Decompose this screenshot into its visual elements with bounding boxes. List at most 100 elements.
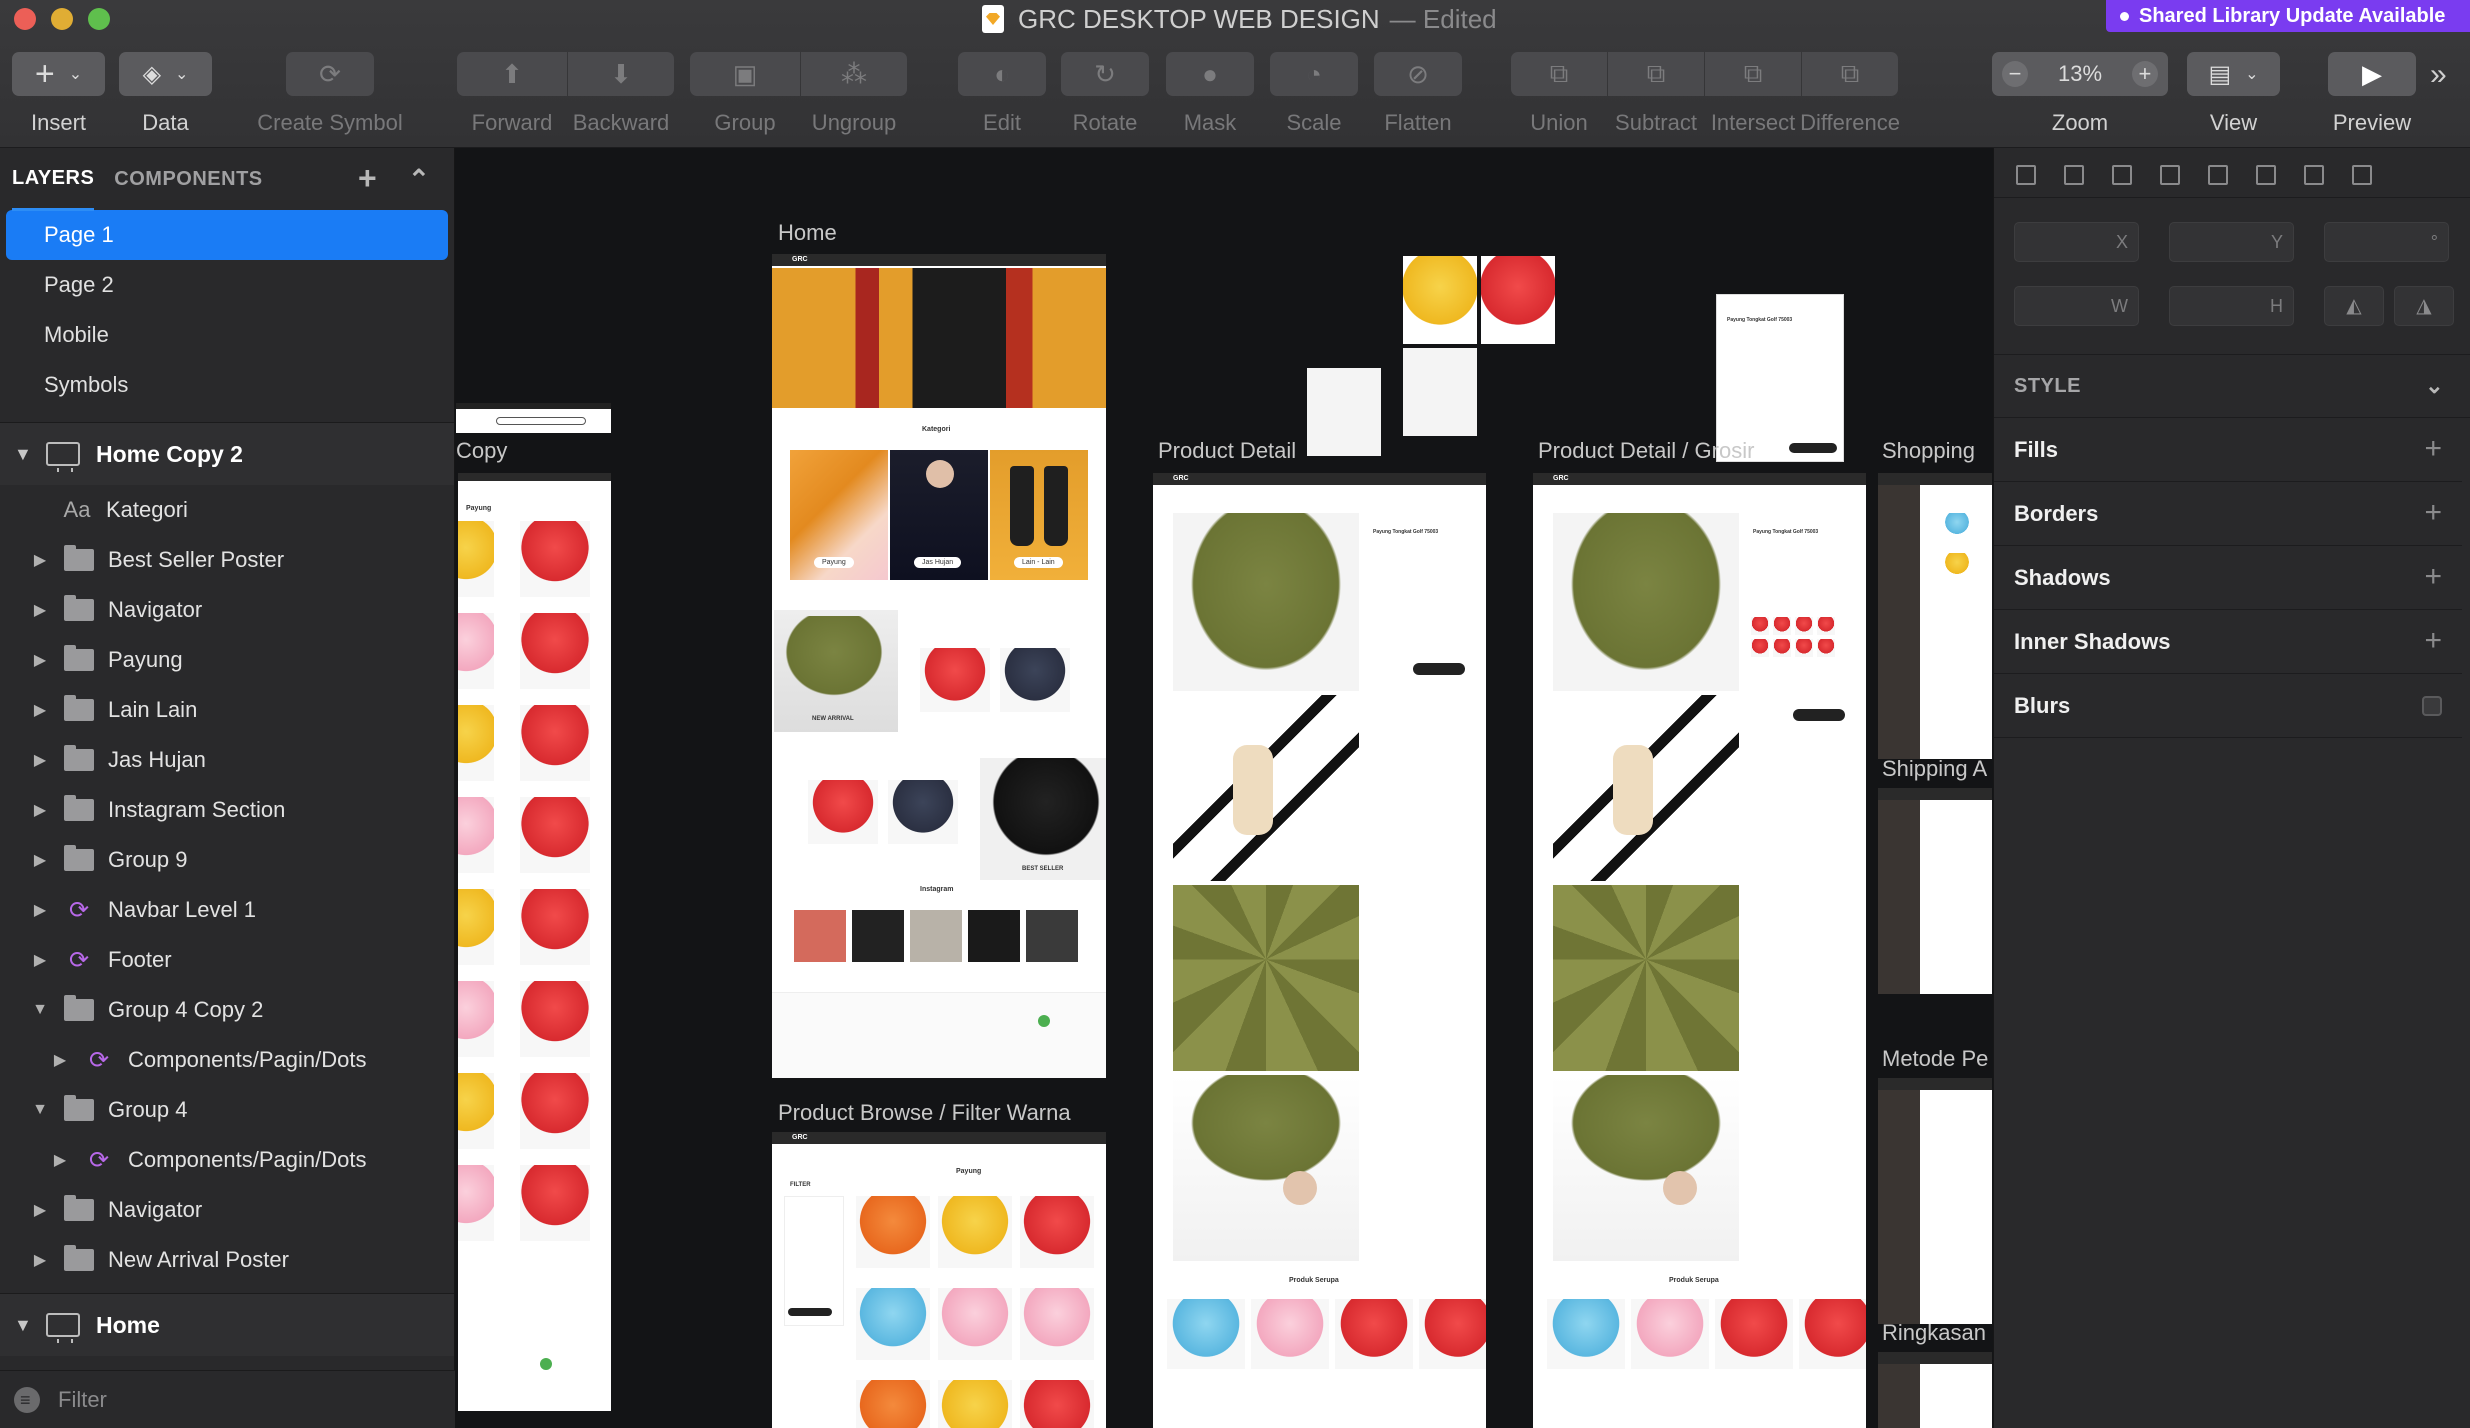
tab-layers[interactable]: LAYERS — [12, 147, 95, 211]
align-middle-icon[interactable] — [2302, 162, 2324, 185]
rotation-field[interactable]: ° — [2324, 222, 2449, 262]
disclosure-closed-icon[interactable]: ▶ — [32, 750, 48, 770]
swatch-blank[interactable] — [1307, 368, 1381, 456]
disclosure-closed-icon[interactable]: ▶ — [32, 900, 48, 920]
artboard-label-product-detail[interactable]: Product Detail — [1158, 438, 1296, 464]
chevron-down-icon[interactable]: ⌄ — [2425, 373, 2444, 399]
align-left-icon[interactable] — [2110, 162, 2132, 185]
add-border-icon[interactable]: + — [2424, 496, 2442, 530]
disclosure-closed-icon[interactable]: ▶ — [32, 1200, 48, 1220]
layer-navbar-level-1[interactable]: ▶ ⟳ Navbar Level 1 — [0, 885, 454, 935]
borders-row[interactable]: Borders + — [1994, 482, 2462, 546]
group-tool[interactable]: ▣ Group — [690, 52, 800, 135]
layer-payung[interactable]: ▶ Payung — [0, 635, 454, 685]
swatch-yellow-umbrella[interactable] — [1403, 256, 1477, 344]
artboard-shipping[interactable] — [1878, 788, 1992, 994]
artboard-label-ringkasan[interactable]: Ringkasan — [1882, 1320, 1986, 1346]
zoom-value[interactable]: 13% — [2058, 61, 2102, 87]
rotate-tool[interactable]: ↻ Rotate — [1061, 52, 1149, 135]
insert-tool[interactable]: + ⌄ Insert — [12, 52, 105, 135]
disclosure-closed-icon[interactable]: ▶ — [52, 1150, 68, 1170]
ungroup-button[interactable]: ⁂ — [801, 52, 907, 96]
artboard-label-shipping[interactable]: Shipping A — [1882, 756, 1987, 782]
intersect-tool[interactable]: ⧉ Intersect — [1705, 52, 1801, 135]
flatten-button[interactable]: ⊘ — [1374, 52, 1462, 96]
minimize-window-button[interactable] — [51, 8, 73, 30]
flip-horizontal-icon[interactable]: ◭ — [2324, 286, 2384, 326]
scale-button[interactable]: ◔ — [1270, 52, 1358, 96]
swatch-red-umbrella[interactable] — [1481, 256, 1555, 344]
insert-button[interactable]: + ⌄ — [12, 52, 105, 96]
align-bottom-icon[interactable] — [2350, 162, 2372, 185]
shadows-row[interactable]: Shadows + — [1994, 546, 2462, 610]
artboard-product-detail[interactable]: GRC Payung Tongkat Golf 75003 Produk Ser… — [1153, 473, 1486, 1428]
disclosure-closed-icon[interactable]: ▶ — [32, 950, 48, 970]
layer-navigator[interactable]: ▶ Navigator — [0, 585, 454, 635]
union-tool[interactable]: ⧉ Union — [1511, 52, 1607, 135]
layer-group-9[interactable]: ▶ Group 9 — [0, 835, 454, 885]
disclosure-open-icon[interactable]: ▼ — [32, 1101, 48, 1119]
artboard-shopping[interactable] — [1878, 473, 1992, 759]
add-inner-shadow-icon[interactable]: + — [2424, 624, 2442, 658]
disclosure-open-icon[interactable]: ▼ — [32, 1001, 48, 1019]
page-item-page-2[interactable]: Page 2 — [0, 260, 454, 310]
add-shadow-icon[interactable]: + — [2424, 560, 2442, 594]
layer-kategori[interactable]: Aa Kategori — [0, 485, 454, 535]
add-page-icon[interactable]: + — [358, 160, 377, 197]
zoom-in-icon[interactable]: + — [2131, 61, 2158, 87]
page-item-symbols[interactable]: Symbols — [0, 360, 454, 410]
page-item-page-1[interactable]: Page 1 — [6, 210, 448, 260]
flatten-tool[interactable]: ⊘ Flatten — [1374, 52, 1462, 135]
artboard-row-home[interactable]: ▼ Home — [0, 1294, 454, 1356]
artboard-ringkasan[interactable] — [1878, 1352, 1992, 1428]
edit-button[interactable]: ◐ — [958, 52, 1046, 96]
artboard-metode[interactable] — [1878, 1078, 1992, 1324]
fills-row[interactable]: Fills + — [1994, 418, 2462, 482]
artboard-label-shopping[interactable]: Shopping — [1882, 438, 1975, 464]
disclosure-closed-icon[interactable]: ▶ — [32, 550, 48, 570]
layer-group-4-copy-2[interactable]: ▼ Group 4 Copy 2 — [0, 985, 454, 1035]
distribute-horizontal-icon[interactable] — [2014, 162, 2036, 185]
layer-best-seller-poster[interactable]: ▶ Best Seller Poster — [0, 535, 454, 585]
grosir-popup[interactable]: Payung Tongkat Golf 75003 — [1716, 294, 1844, 462]
union-button[interactable]: ⧉ — [1511, 52, 1607, 96]
flip-vertical-icon[interactable]: ◮ — [2394, 286, 2454, 326]
y-field[interactable]: Y — [2169, 222, 2294, 262]
disclosure-closed-icon[interactable]: ▶ — [32, 650, 48, 670]
edit-tool[interactable]: ◐ Edit — [958, 52, 1046, 135]
artboard-product-browse[interactable]: GRC FILTER Payung — [772, 1132, 1106, 1428]
artboard-row-home-copy-2[interactable]: ▼ Home Copy 2 — [0, 423, 454, 485]
mask-tool[interactable]: ● Mask — [1166, 52, 1254, 135]
disclosure-closed-icon[interactable]: ▶ — [32, 1250, 48, 1270]
artboard-product-detail-grosir[interactable]: GRC Payung Tongkat Golf 75003 Produk Ser… — [1533, 473, 1866, 1428]
forward-tool[interactable]: ⬆ Forward — [457, 52, 567, 135]
rotate-button[interactable]: ↻ — [1061, 52, 1149, 96]
artboard-label-home[interactable]: Home — [778, 220, 837, 246]
artboard-label-metode[interactable]: Metode Pe — [1882, 1046, 1988, 1072]
layer-filter[interactable]: Filter — [0, 1370, 455, 1428]
layer-instagram-section[interactable]: ▶ Instagram Section — [0, 785, 454, 835]
artboard-copy[interactable]: Payung — [458, 473, 611, 1411]
layer-group-4[interactable]: ▼ Group 4 — [0, 1085, 454, 1135]
layer-lain-lain[interactable]: ▶ Lain Lain — [0, 685, 454, 735]
preview-button[interactable]: ▶ — [2328, 52, 2416, 96]
disclosure-closed-icon[interactable]: ▶ — [32, 850, 48, 870]
create-symbol-tool[interactable]: ⟳ Create Symbol — [257, 52, 403, 135]
close-window-button[interactable] — [14, 8, 36, 30]
zoom-window-button[interactable] — [88, 8, 110, 30]
artboard-home[interactable]: GRC Kategori Payung Jas Hujan Lain - Lai… — [772, 254, 1106, 1078]
preview-tool[interactable]: ▶ Preview — [2328, 52, 2416, 135]
layer-components-pagin-dots[interactable]: ▶ ⟳ Components/Pagin/Dots — [0, 1035, 454, 1085]
data-tool[interactable]: ◈ ⌄ Data — [119, 52, 212, 135]
toolbar-overflow-icon[interactable]: » — [2430, 58, 2447, 92]
blur-checkbox[interactable] — [2422, 696, 2442, 716]
collapse-pages-icon[interactable]: ⌃ — [408, 164, 430, 195]
artboard-label-product-detail-grosir[interactable]: Product Detail / Grosir — [1538, 438, 1754, 464]
blurs-row[interactable]: Blurs — [1994, 674, 2462, 738]
design-canvas[interactable]: Copy Payung Home GRC Kategori Payung Jas… — [456, 148, 1992, 1428]
disclosure-open-icon[interactable]: ▼ — [14, 444, 32, 465]
inner-shadows-row[interactable]: Inner Shadows + — [1994, 610, 2462, 674]
disclosure-open-icon[interactable]: ▼ — [14, 1315, 32, 1336]
view-button[interactable]: ▤ ⌄ — [2187, 52, 2280, 96]
backward-button[interactable]: ⬇ — [568, 52, 674, 96]
